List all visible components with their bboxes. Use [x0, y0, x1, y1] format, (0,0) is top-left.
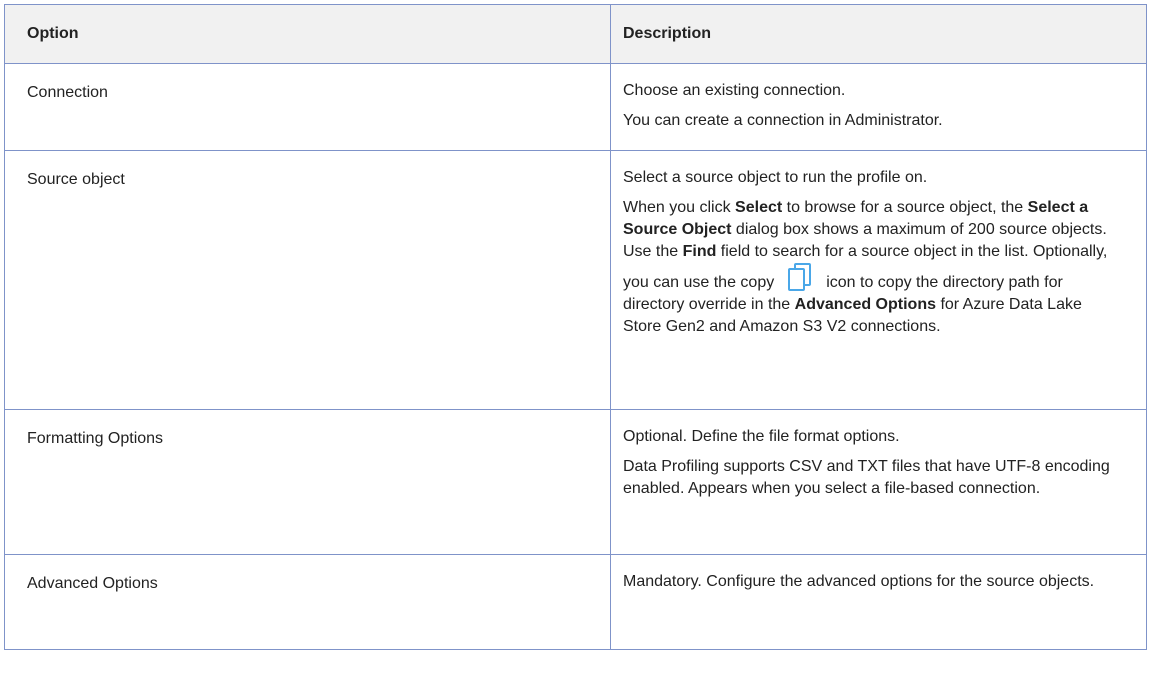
- ui-term-find: Find: [682, 243, 717, 260]
- option-cell: Connection: [4, 63, 611, 151]
- description-paragraph: You can create a connection in Administr…: [623, 112, 943, 129]
- header-description: Description: [610, 4, 1147, 64]
- ui-term-select: Select: [735, 199, 783, 216]
- table-row: Formatting Options Optional. Define the …: [4, 409, 1147, 555]
- description-cell: Select a source object to run the profil…: [610, 150, 1147, 410]
- description-paragraph: Choose an existing connection.: [623, 82, 846, 99]
- option-cell: Formatting Options: [4, 409, 611, 555]
- table-row: Connection Choose an existing connection…: [4, 63, 1147, 151]
- option-cell: Advanced Options: [4, 554, 611, 650]
- table-row: Source object Select a source object to …: [4, 150, 1147, 410]
- description-paragraph: When you click Select to browse for a so…: [623, 197, 1116, 338]
- description-cell: Optional. Define the file format options…: [610, 409, 1147, 555]
- option-cell: Source object: [4, 150, 611, 410]
- description-cell: Choose an existing connection. You can c…: [610, 63, 1147, 151]
- description-paragraph: Select a source object to run the profil…: [623, 169, 928, 186]
- options-table: Option Description Connection Choose an …: [4, 4, 1147, 650]
- ui-term-advanced-options: Advanced Options: [794, 296, 936, 313]
- description-cell: Mandatory. Configure the advanced option…: [610, 554, 1147, 650]
- text-run: to browse for a source object, the: [782, 199, 1028, 216]
- text-run: When you click: [623, 199, 736, 216]
- table-header-row: Option Description: [4, 4, 1147, 64]
- description-paragraph: Data Profiling supports CSV and TXT file…: [623, 458, 1110, 497]
- header-option: Option: [4, 4, 611, 64]
- description-paragraph: Optional. Define the file format options…: [623, 428, 900, 445]
- description-paragraph: Mandatory. Configure the advanced option…: [623, 573, 1095, 590]
- copy-icon: [786, 263, 814, 291]
- table-row: Advanced Options Mandatory. Configure th…: [4, 554, 1147, 650]
